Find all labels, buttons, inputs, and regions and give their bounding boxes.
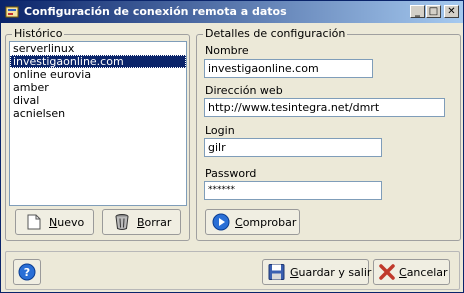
save-exit-mnemonic: G <box>290 266 299 279</box>
details-legend: Detalles de configuración <box>203 27 348 40</box>
new-button[interactable]: Nuevo <box>15 209 94 235</box>
save-exit-button[interactable]: Guardar y salir <box>262 259 372 285</box>
check-button-mnemonic: C <box>235 216 243 229</box>
url-label: Dirección web <box>205 84 283 97</box>
list-item[interactable]: dival <box>10 94 186 107</box>
history-list[interactable]: serverlinux investigaonline.com online e… <box>9 41 187 206</box>
list-item-selected[interactable]: investigaonline.com <box>10 55 186 68</box>
title-bar[interactable]: Configuración de conexión remota a datos… <box>1 1 463 23</box>
list-item[interactable]: online eurovia <box>10 68 186 81</box>
save-exit-label: uardar y salir <box>298 266 372 279</box>
new-document-icon <box>27 214 41 230</box>
login-label: Login <box>205 124 235 137</box>
history-legend: Histórico <box>12 27 65 40</box>
cancel-button[interactable]: Cancelar <box>373 259 450 285</box>
new-button-label: uevo <box>57 216 85 229</box>
cancel-mnemonic: C <box>399 266 407 279</box>
close-button[interactable]: ✕ <box>444 5 459 18</box>
password-field[interactable]: ****** <box>204 181 382 200</box>
trash-icon <box>115 214 129 230</box>
floppy-disk-icon <box>268 264 285 280</box>
app-icon <box>5 6 19 18</box>
cancel-label: ancelar <box>406 266 448 279</box>
login-field[interactable]: gilr <box>204 138 382 157</box>
delete-button-mnemonic: B <box>137 216 145 229</box>
list-item[interactable]: acnielsen <box>10 107 186 120</box>
cancel-x-icon <box>379 264 395 280</box>
password-label: Password <box>205 167 257 180</box>
url-field[interactable]: http://www.tesintegra.net/dmrt <box>204 98 445 117</box>
check-button[interactable]: Comprobar <box>205 209 300 235</box>
delete-button[interactable]: Borrar <box>102 209 181 235</box>
check-button-label: omprobar <box>242 216 297 229</box>
delete-button-label: orrar <box>144 216 172 229</box>
maximize-button[interactable]: □ <box>426 5 441 18</box>
dialog-window: Configuración de conexión remota a datos… <box>0 0 464 293</box>
name-field[interactable]: investigaonline.com <box>204 59 373 78</box>
list-item[interactable]: amber <box>10 81 186 94</box>
help-glyph: ? <box>24 266 30 279</box>
window-title: Configuración de conexión remota a datos <box>24 5 287 18</box>
play-icon <box>212 213 230 231</box>
name-label: Nombre <box>205 44 249 57</box>
list-item[interactable]: serverlinux <box>10 42 186 55</box>
minimize-button[interactable]: _ <box>410 5 425 18</box>
new-button-mnemonic: N <box>49 216 58 229</box>
help-button[interactable]: ? <box>13 259 41 285</box>
help-icon: ? <box>18 263 36 281</box>
